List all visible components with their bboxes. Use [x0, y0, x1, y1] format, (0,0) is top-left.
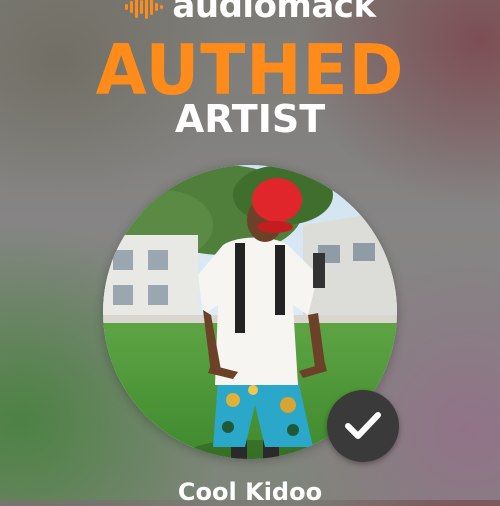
- headline: AUTHED: [95, 30, 405, 111]
- subheadline: ARTIST: [174, 97, 326, 141]
- waveform-logo-icon: [125, 0, 164, 19]
- brand-name: audiomack: [172, 0, 376, 26]
- brand-header: audiomack: [0, 0, 500, 26]
- check-icon: [345, 412, 381, 439]
- verified-badge: [327, 390, 399, 462]
- artist-name: Cool Kidoo: [177, 478, 323, 506]
